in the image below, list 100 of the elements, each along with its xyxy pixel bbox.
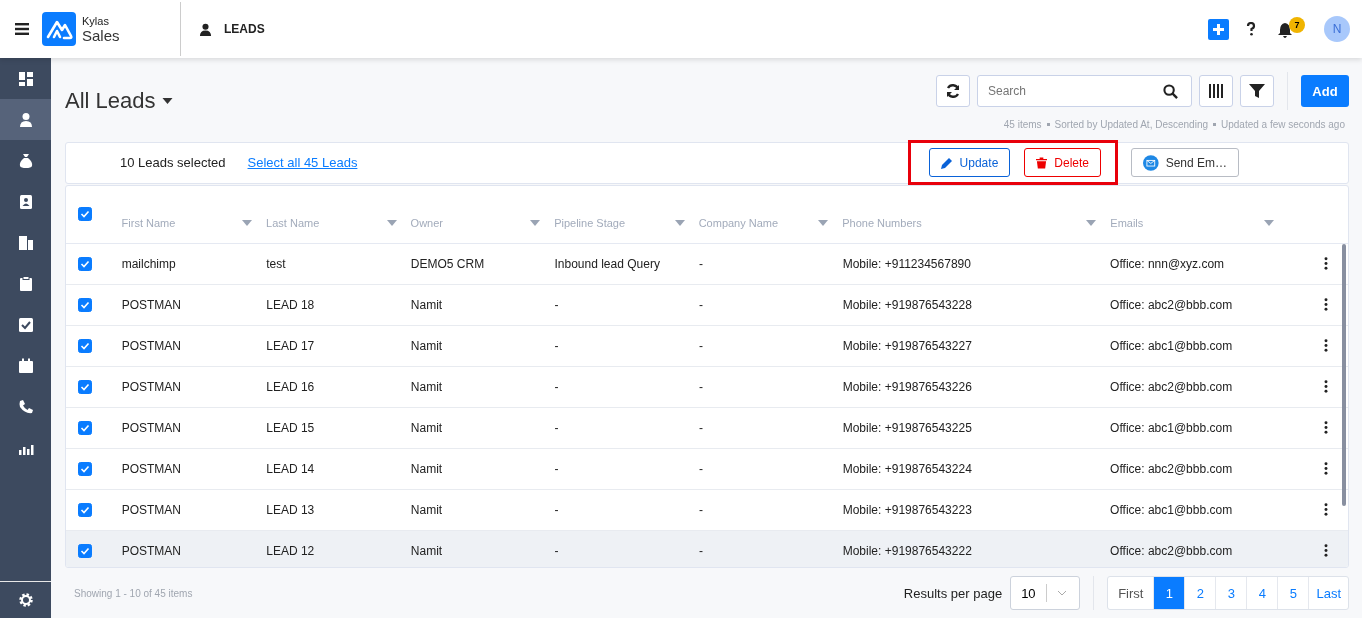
page-link[interactable]: 5	[1277, 577, 1309, 610]
table-cell: Namit	[410, 338, 443, 353]
table-cell: -	[699, 502, 704, 517]
table-cell: Namit	[410, 461, 443, 476]
table-cell: LEAD 17	[266, 338, 315, 353]
summary-text: Updated a few seconds ago	[1221, 119, 1345, 130]
product-name: Sales	[82, 26, 121, 44]
select-all-link[interactable]: Select all 45 Leads	[247, 155, 358, 170]
calendar-icon	[17, 357, 34, 374]
table-cell: -	[699, 379, 704, 394]
page-link[interactable]: 4	[1246, 577, 1278, 610]
table-cell: mailchimp	[121, 256, 176, 271]
showing-text: Showing 1 - 10 of 45 items	[74, 587, 193, 599]
column-header[interactable]: Phone Numbers	[842, 216, 1111, 229]
table-cell: Office: abc2@bbb.com	[1110, 379, 1233, 394]
scrollbar[interactable]	[1342, 243, 1346, 506]
table-cell: POSTMAN	[121, 502, 181, 517]
more-icon[interactable]	[1324, 503, 1328, 516]
user-avatar[interactable]: N	[1324, 16, 1350, 42]
per-page-select[interactable]: 10	[1010, 576, 1081, 611]
more-icon[interactable]	[1324, 462, 1328, 475]
per-page-label: Results per page	[903, 585, 1003, 601]
table-cell: LEAD 13	[266, 502, 315, 517]
search-field[interactable]: Search	[977, 75, 1192, 107]
page-link[interactable]: 1	[1153, 577, 1185, 610]
table-cell: Mobile: +919876543228	[842, 297, 972, 312]
table-cell: Mobile: +919876543225	[842, 420, 972, 435]
delete-button[interactable]: Delete	[1024, 148, 1101, 177]
row-checkbox[interactable]	[77, 338, 92, 353]
table-cell: Office: abc2@bbb.com	[1110, 543, 1233, 558]
add-button[interactable]: Add	[1301, 75, 1349, 107]
row-checkbox[interactable]	[77, 420, 92, 435]
table-cell: Office: abc1@bbb.com	[1110, 338, 1233, 353]
trash-icon	[1036, 156, 1048, 169]
table-cell: -	[554, 420, 559, 435]
person-nav-item[interactable]	[0, 99, 51, 140]
person-icon	[199, 22, 212, 36]
table-cell: LEAD 16	[266, 379, 315, 394]
column-header[interactable]: First Name	[121, 216, 267, 229]
column-header[interactable]: Emails	[1110, 216, 1289, 229]
table-cell: LEAD 14	[266, 461, 315, 476]
filter-button[interactable]	[1240, 75, 1274, 107]
row-checkbox[interactable]	[77, 543, 92, 558]
notification-badge: 7	[1289, 17, 1305, 33]
table-cell: -	[699, 420, 704, 435]
table-cell: Office: abc2@bbb.com	[1110, 461, 1233, 476]
table-cell: -	[554, 297, 559, 312]
select-all-checkbox[interactable]	[77, 206, 92, 221]
row-checkbox[interactable]	[77, 297, 92, 312]
help-icon[interactable]	[1246, 22, 1256, 36]
more-icon[interactable]	[1324, 421, 1328, 434]
brand-name: Kylas	[82, 14, 110, 27]
page-link[interactable]: 2	[1184, 577, 1216, 610]
summary-text: 45 items	[1003, 119, 1042, 130]
table-cell: Mobile: +919876543226	[842, 379, 972, 394]
table-cell: Mobile: +919876543223	[842, 502, 972, 517]
page-link[interactable]: 3	[1215, 577, 1247, 610]
page-link[interactable]: Last	[1308, 577, 1348, 610]
moneybag-icon	[17, 152, 34, 169]
row-checkbox[interactable]	[77, 379, 92, 394]
refresh-button[interactable]	[936, 75, 970, 107]
update-button[interactable]: Update	[928, 148, 1011, 177]
column-header[interactable]: Owner	[410, 216, 555, 229]
page-link[interactable]: First	[1108, 577, 1154, 610]
pencil-icon	[940, 156, 953, 169]
logo-icon	[42, 12, 76, 46]
column-header[interactable]: Company Name	[698, 216, 843, 229]
table-cell: Namit	[410, 297, 443, 312]
more-icon[interactable]	[1324, 339, 1328, 352]
view-selector[interactable]: All Leads	[65, 88, 173, 114]
module-title: LEADS	[224, 22, 265, 36]
table-cell: POSTMAN	[121, 461, 181, 476]
row-checkbox[interactable]	[77, 502, 92, 517]
bell-icon[interactable]	[1278, 22, 1292, 38]
search-icon[interactable]	[1163, 84, 1178, 99]
table-cell: Mobile: +919876543227	[842, 338, 972, 353]
add-icon[interactable]	[1208, 18, 1229, 40]
row-checkbox[interactable]	[77, 461, 92, 476]
table-cell: -	[554, 502, 559, 517]
row-checkbox[interactable]	[77, 256, 92, 271]
menu-icon[interactable]	[15, 23, 29, 35]
more-icon[interactable]	[1324, 380, 1328, 393]
table-cell: Namit	[410, 543, 443, 558]
selection-count: 10 Leads selected	[120, 155, 226, 170]
table-cell: POSTMAN	[121, 420, 181, 435]
more-icon[interactable]	[1324, 298, 1328, 311]
caret-icon	[161, 98, 173, 104]
table-cell: -	[554, 461, 559, 476]
send-email-button[interactable]: Send Em…	[1131, 148, 1239, 177]
table-cell: test	[266, 256, 286, 271]
columns-button[interactable]	[1199, 75, 1233, 107]
settings-icon	[17, 592, 34, 608]
more-icon[interactable]	[1324, 257, 1328, 270]
column-header[interactable]: Pipeline Stage	[554, 216, 699, 229]
more-icon[interactable]	[1324, 544, 1328, 557]
columns-icon	[1208, 84, 1224, 98]
table-cell: -	[699, 297, 704, 312]
chevron-icon	[1056, 590, 1067, 597]
grid-icon	[17, 70, 34, 87]
column-header[interactable]: Last Name	[266, 216, 411, 229]
